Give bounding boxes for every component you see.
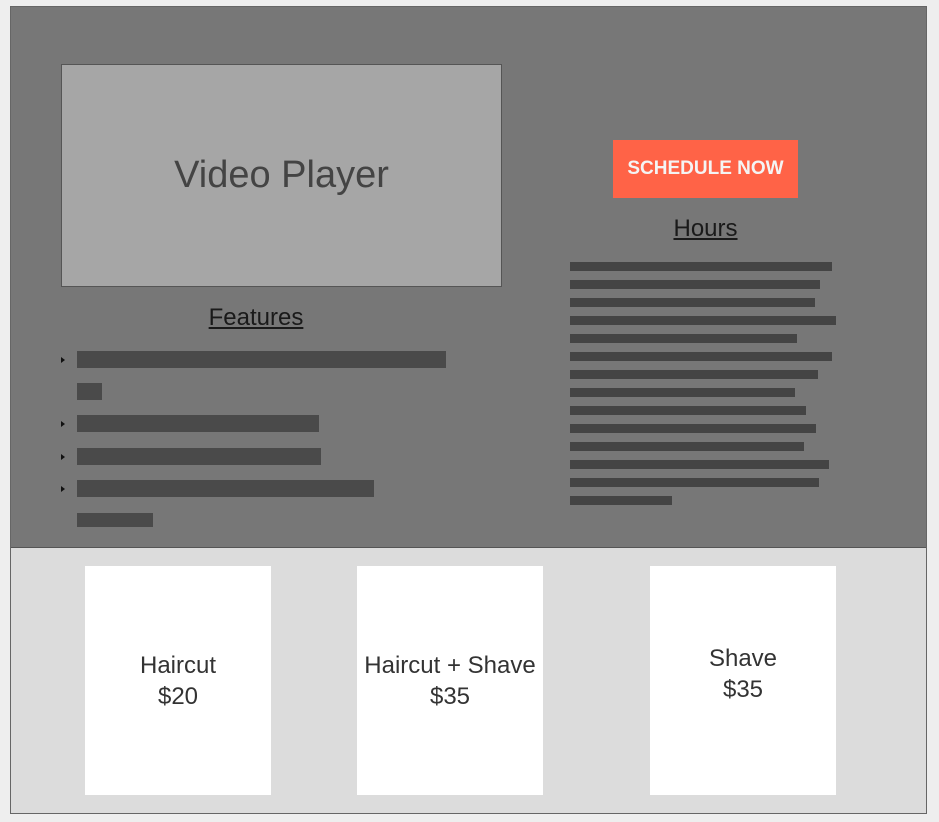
hours-text-placeholder bbox=[570, 478, 819, 487]
hours-text-placeholder bbox=[570, 388, 795, 397]
hours-text-placeholder bbox=[570, 352, 832, 361]
bullet-icon bbox=[61, 454, 65, 460]
feature-text-placeholder bbox=[77, 448, 321, 465]
feature-text-placeholder bbox=[77, 383, 102, 400]
bullet-icon bbox=[61, 486, 65, 492]
feature-text-placeholder bbox=[77, 480, 374, 497]
hours-text-placeholder bbox=[570, 406, 806, 415]
features-heading: Features bbox=[208, 304, 304, 331]
hours-text-placeholder bbox=[570, 334, 797, 343]
feature-text-placeholder bbox=[77, 513, 153, 527]
hero-section: Video Player Features SCHEDULE NOW Hours bbox=[11, 7, 926, 548]
hours-text-placeholder bbox=[570, 496, 672, 505]
service-price: $20 bbox=[157, 682, 199, 710]
video-player[interactable]: Video Player bbox=[61, 64, 502, 287]
hours-text-placeholder bbox=[570, 262, 832, 271]
page-frame: Video Player Features SCHEDULE NOW Hours bbox=[10, 6, 927, 814]
hours-text-placeholder bbox=[570, 298, 815, 307]
hours-text-placeholder bbox=[570, 316, 836, 325]
hours-text-placeholder bbox=[570, 280, 820, 289]
feature-text-placeholder bbox=[77, 415, 319, 432]
hours-heading: Hours bbox=[673, 215, 738, 242]
bullet-icon bbox=[61, 421, 65, 427]
hours-text-placeholder bbox=[570, 442, 804, 451]
service-card-shave[interactable]: Shave $35 bbox=[650, 566, 836, 795]
service-card-haircut-shave[interactable]: Haircut + Shave $35 bbox=[357, 566, 543, 795]
service-card-haircut[interactable]: Haircut $20 bbox=[85, 566, 271, 795]
service-name: Haircut bbox=[139, 651, 217, 679]
service-name: Haircut + Shave bbox=[364, 651, 536, 679]
feature-text-placeholder bbox=[77, 351, 446, 368]
hours-text-placeholder bbox=[570, 370, 818, 379]
hours-text-placeholder bbox=[570, 424, 816, 433]
bullet-icon bbox=[61, 357, 65, 363]
service-price: $35 bbox=[722, 675, 764, 703]
hours-text-placeholder bbox=[570, 460, 829, 469]
schedule-now-button[interactable]: SCHEDULE NOW bbox=[612, 139, 799, 199]
video-player-label: Video Player bbox=[174, 154, 389, 196]
service-price: $35 bbox=[429, 682, 471, 710]
service-name: Shave bbox=[708, 644, 778, 672]
